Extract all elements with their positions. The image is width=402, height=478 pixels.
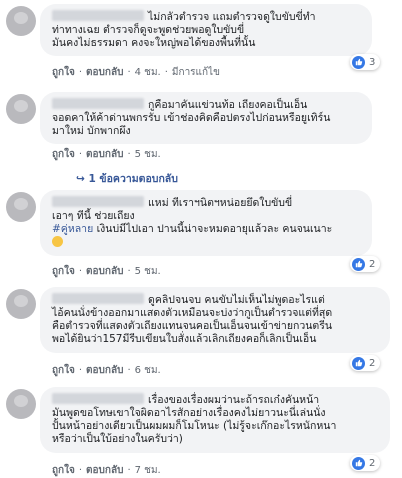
comment-text-line: จอดคาให้ค้าด่านพกรรับ เข้าช่องคิดคือปตรง… (52, 112, 331, 124)
replies-label: 1 ข้อความตอบกลับ (88, 173, 178, 185)
like-link[interactable]: ถูกใจ (52, 266, 75, 277)
reply-link[interactable]: ตอบกลับ (86, 365, 123, 376)
timestamp[interactable]: 4 ชม. (135, 67, 161, 78)
comment-bubble: กูคือมาคันแข่วนท้อ เถียงคอเป็นเอ็น จอดคา… (40, 92, 372, 144)
timestamp[interactable]: 6 ชม. (135, 365, 161, 376)
comment-actions: ถูกใจ · ตอบกลับ · 7 ชม. (52, 465, 161, 476)
comment-text-line: เรื่องของเรื่องผมว่านะถ้ารถเก๋งคันหน้า (148, 394, 320, 406)
comment-actions: ถูกใจ · ตอบกลับ · 5 ชม. (52, 149, 161, 160)
comment-text-line: มาใหม่ บักพากผึง (52, 125, 131, 137)
sad-emoji-icon (52, 236, 63, 247)
comment-text-line: กูคือมาคันแข่วนท้อ เถียงคอเป็นเอ็น (148, 99, 308, 111)
reaction-count[interactable]: 2 (350, 355, 381, 371)
comment-text-line: ท่าทางเฉย ตำรวจก็ดูจะพูดช่วยพอดูใบขับขี่ (52, 24, 245, 36)
reaction-number: 2 (369, 457, 376, 469)
thumbs-up-icon (352, 55, 365, 69)
commenter-name[interactable] (52, 293, 144, 304)
avatar[interactable] (6, 289, 36, 319)
like-link[interactable]: ถูกใจ (52, 67, 75, 78)
like-link[interactable]: ถูกใจ (52, 149, 75, 160)
comment-text-line: ไอ้คนนั่งข้างออกมาแสดงตัวเหมือนจะบ่งว่าก… (52, 307, 333, 319)
avatar[interactable] (6, 6, 36, 36)
avatar[interactable] (6, 94, 36, 124)
edited-label[interactable]: มีการแก้ไข (172, 67, 220, 78)
comment-text-line: มันพูดขอโทษเขาใจผิดอาไรสักอย่างเรื่องคงไ… (52, 407, 326, 419)
hashtag-link[interactable]: #คู่หลาย (52, 223, 93, 235)
comment-bubble: แหม่ ทีเราฯนิตฯหน่อยยึดใบขับขี่ เอาๆ ทีน… (40, 190, 372, 256)
commenter-name[interactable] (52, 10, 144, 21)
timestamp[interactable]: 5 ชม. (135, 149, 161, 160)
view-replies-link[interactable]: ↪ 1 ข้อความตอบกลับ (76, 170, 178, 187)
comment-text-line: พอได้ยินว่า157มีรีบเขียนใบสั่งแล้วเลิกเถ… (52, 333, 317, 345)
timestamp[interactable]: 7 ชม. (135, 465, 161, 476)
thumbs-up-icon (352, 257, 365, 271)
reaction-number: 3 (369, 56, 376, 68)
comment-bubble: เรื่องของเรื่องผมว่านะถ้ารถเก๋งคันหน้า ม… (40, 387, 390, 453)
comment-text-line: แหม่ ทีเราฯนิตฯหน่อยยึดใบขับขี่ (148, 197, 293, 209)
reaction-count[interactable]: 3 (350, 54, 381, 70)
commenter-name[interactable] (52, 393, 144, 404)
reply-arrow-icon: ↪ (76, 173, 85, 185)
commenter-name[interactable] (52, 196, 144, 207)
comment-text-line: เงินบ่มีไปเอา ปานนี้น่าจะหมดอายุแล้วละ ค… (93, 223, 333, 235)
reply-link[interactable]: ตอบกลับ (86, 465, 123, 476)
thumbs-up-icon (352, 456, 365, 470)
comment-text-line: ดูคลิปจนจบ คนขับไม่เห็นไม่พูดอะไรแต่ (148, 294, 325, 306)
reply-link[interactable]: ตอบกลับ (86, 67, 123, 78)
comment-text-line: ไม่กลัวตำรวจ แถมตำรวจดูใบขับขี่ทำ (148, 11, 316, 23)
avatar[interactable] (6, 389, 36, 419)
comment-actions: ถูกใจ · ตอบกลับ · 4 ชม. · มีการแก้ไข (52, 67, 220, 78)
comment-bubble: ดูคลิปจนจบ คนขับไม่เห็นไม่พูดอะไรแต่ ไอ้… (40, 287, 390, 353)
reply-link[interactable]: ตอบกลับ (86, 266, 123, 277)
reply-link[interactable]: ตอบกลับ (86, 149, 123, 160)
commenter-name[interactable] (52, 98, 144, 109)
comment-bubble: ไม่กลัวตำรวจ แถมตำรวจดูใบขับขี่ทำ ท่าทาง… (40, 4, 372, 56)
comment-text-line: เอาๆ ทีนี้ ช่วยเถียง (52, 210, 135, 222)
reaction-count[interactable]: 2 (350, 455, 381, 471)
reaction-number: 2 (369, 258, 376, 270)
comment-text-line: หรือว่าเป็นใบ้อย่างในครับว่า) (52, 433, 183, 445)
like-link[interactable]: ถูกใจ (52, 365, 75, 376)
comment-text-line: ปั้นหน้าอย่างเดียวเป็นผมผมก็โมโหนะ (ไม่ร… (52, 420, 337, 432)
comment-actions: ถูกใจ · ตอบกลับ · 5 ชม. (52, 266, 161, 277)
timestamp[interactable]: 5 ชม. (135, 266, 161, 277)
comment-text-line: มันคงไม่ธรรมดา คงจะใหญ่พอได้ของพื้นที่นั… (52, 37, 256, 49)
comment-text-line: คือตำรวจที่แสดงตัวเถียงแทนจนคอเป็นเอ็นจน… (52, 320, 333, 332)
reaction-count[interactable]: 2 (350, 256, 381, 272)
avatar[interactable] (6, 192, 36, 222)
comment-actions: ถูกใจ · ตอบกลับ · 6 ชม. (52, 365, 161, 376)
thumbs-up-icon (352, 356, 365, 370)
reaction-number: 2 (369, 357, 376, 369)
like-link[interactable]: ถูกใจ (52, 465, 75, 476)
